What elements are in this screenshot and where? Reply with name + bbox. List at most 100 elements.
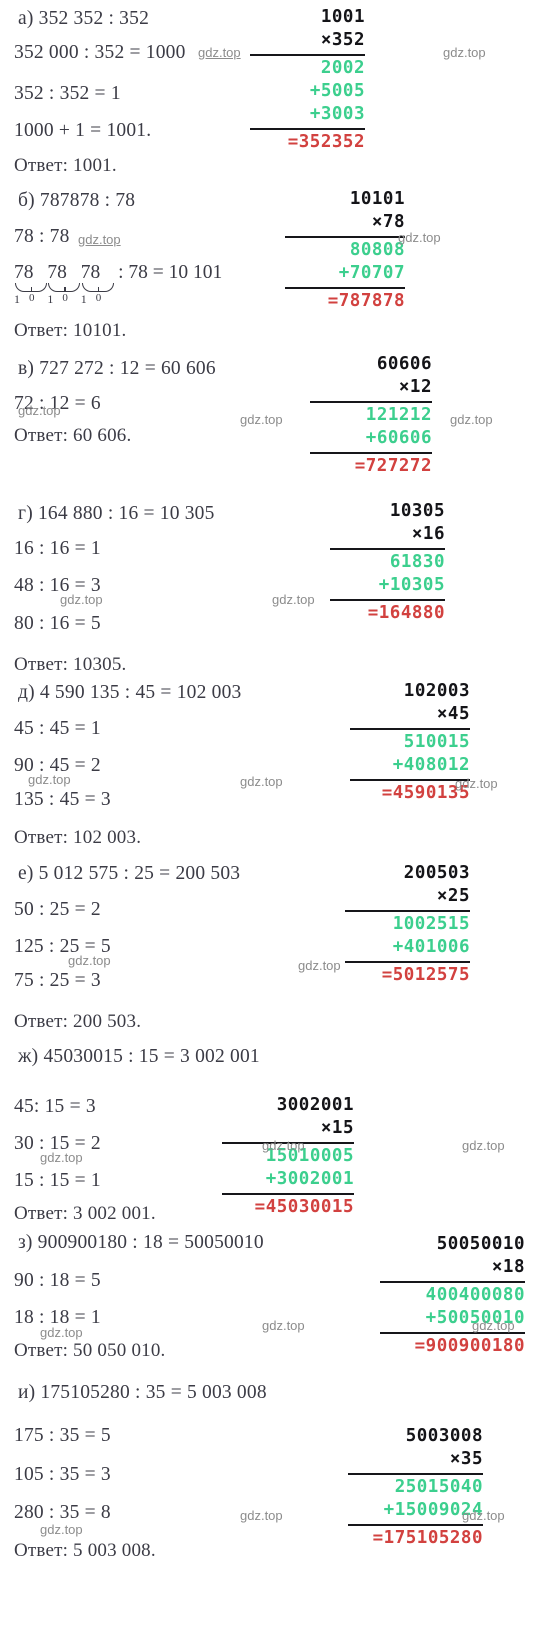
sum-rule	[222, 1193, 354, 1195]
underbrace-group: 78 10	[14, 262, 47, 306]
multiplication-rule	[380, 1281, 525, 1283]
problem-e-check: 200503 ×25 1002515 +401006 =5012575	[345, 862, 470, 987]
problem-b-brace-line: 78 10 78 10 78 10 : 78 = 10 101	[14, 262, 223, 306]
partial-product: +401006	[392, 937, 470, 957]
problem-g-check: 10305 ×16 61830 +10305 =164880	[330, 500, 445, 625]
watermark: gdz.top	[398, 230, 441, 245]
problem-i-step-1: 175 : 35 = 5	[14, 1425, 111, 1446]
brace-number: 78	[47, 262, 67, 283]
partial-product: 61830	[389, 552, 445, 572]
partial-product: +3002001	[265, 1169, 354, 1189]
watermark: gdz.top	[472, 1318, 515, 1333]
partial-product: +60606	[365, 428, 432, 448]
watermark: gdz.top	[298, 958, 341, 973]
watermark: gdz.top	[40, 1150, 83, 1165]
watermark: gdz.top	[78, 232, 121, 247]
problem-i-header: и) 175105280 : 35 = 5 003 008	[18, 1382, 267, 1403]
sum-rule	[310, 452, 432, 454]
multiplicand: 5003008	[405, 1426, 483, 1446]
problem-i-answer: Ответ: 5 003 008.	[14, 1540, 156, 1561]
partial-product: +408012	[392, 755, 470, 775]
underbrace-group: 78 10	[80, 262, 114, 306]
problem-g-step-3: 80 : 16 = 5	[14, 613, 101, 634]
problem-i-step-3: 280 : 35 = 8	[14, 1502, 111, 1523]
partial-product: +3003	[309, 104, 365, 124]
problem-b-check: 10101 ×78 80808 +70707 =787878	[285, 188, 405, 313]
watermark: gdz.top	[462, 1508, 505, 1523]
partial-product: 1002515	[392, 914, 470, 934]
problem-v-check: 60606 ×12 121212 +60606 =727272	[310, 353, 432, 478]
problem-b-step-1: 78 : 78	[14, 226, 70, 247]
problem-a-step-3: 1000 + 1 = 1001.	[14, 120, 152, 141]
multiplier: ×25	[436, 886, 470, 906]
problem-zh-step-1: 45: 15 = 3	[14, 1096, 96, 1117]
underbrace-group: 78 10	[47, 262, 81, 306]
problem-d-header: д) 4 590 135 : 45 = 102 003	[18, 682, 242, 703]
multiplicand: 102003	[403, 681, 470, 701]
brace-line-tail: : 78 = 10 101	[118, 262, 223, 283]
multiplication-rule	[285, 236, 405, 238]
problem-i-check: 5003008 ×35 25015040 +15009024 =17510528…	[348, 1425, 483, 1550]
watermark: gdz.top	[272, 592, 315, 607]
watermark: gdz.top	[240, 1508, 283, 1523]
problem-d-step-3: 135 : 45 = 3	[14, 789, 111, 810]
watermark: gdz.top	[455, 776, 498, 791]
product-result: =5012575	[381, 965, 470, 985]
brace-number: 78	[80, 262, 101, 283]
multiplication-rule	[350, 728, 470, 730]
brace-curve-icon	[15, 283, 47, 292]
problem-b-answer: Ответ: 10101.	[14, 320, 127, 341]
watermark: gdz.top	[60, 592, 103, 607]
watermark: gdz.top	[240, 412, 283, 427]
problem-a-step-1: 352 000 : 352 = 1000	[14, 42, 186, 63]
problem-e-answer: Ответ: 200 503.	[14, 1011, 142, 1032]
watermark: gdz.top	[262, 1318, 305, 1333]
problem-z-answer: Ответ: 50 050 010.	[14, 1340, 166, 1361]
multiplication-rule	[345, 910, 470, 912]
watermark: gdz.top	[198, 45, 241, 60]
sum-rule	[350, 779, 470, 781]
product-result: =352352	[287, 132, 365, 152]
problem-zh-answer: Ответ: 3 002 001.	[14, 1203, 156, 1224]
watermark: gdz.top	[240, 774, 283, 789]
brace-curve-icon	[81, 283, 114, 292]
multiplication-rule	[250, 54, 365, 56]
multiplicand: 50050010	[436, 1234, 525, 1254]
problem-zh-check: 3002001 ×15 15010005 +3002001 =45030015	[222, 1094, 354, 1219]
brace-curve-icon	[48, 283, 81, 292]
multiplication-rule	[348, 1473, 483, 1475]
multiplier: ×18	[491, 1257, 525, 1277]
problem-a-step-2: 352 : 352 = 1	[14, 83, 121, 104]
product-result: =787878	[327, 291, 405, 311]
brace-number: 78	[14, 262, 34, 283]
problem-a-header: а) 352 352 : 352	[18, 8, 150, 29]
partial-product: +10305	[378, 575, 445, 595]
multiplicand: 10101	[349, 189, 405, 209]
problem-z-step-1: 90 : 18 = 5	[14, 1270, 101, 1291]
partial-product: 2002	[320, 58, 365, 78]
partial-product: +70707	[338, 263, 405, 283]
problem-zh-step-3: 15 : 15 = 1	[14, 1170, 101, 1191]
partial-product: 25015040	[394, 1477, 483, 1497]
partial-product: 400400080	[425, 1285, 525, 1305]
sum-rule	[250, 128, 365, 130]
multiplier: ×352	[320, 30, 365, 50]
product-result: =45030015	[254, 1197, 354, 1217]
product-result: =164880	[367, 603, 445, 623]
brace-label-one: 1	[47, 292, 54, 306]
watermark: gdz.top	[68, 953, 111, 968]
problem-e-step-3: 75 : 25 = 3	[14, 970, 101, 991]
brace-label-zero: 0	[29, 292, 35, 304]
multiplication-rule	[310, 401, 432, 403]
multiplicand: 1001	[320, 7, 365, 27]
watermark: gdz.top	[443, 45, 486, 60]
partial-product: 80808	[349, 240, 405, 260]
partial-product: 121212	[365, 405, 432, 425]
problem-z-check: 50050010 ×18 400400080 +50050010 =900900…	[380, 1233, 525, 1358]
product-result: =4590135	[381, 783, 470, 803]
watermark: gdz.top	[462, 1138, 505, 1153]
partial-product: 510015	[403, 732, 470, 752]
brace-label-one: 1	[80, 292, 87, 306]
multiplier: ×12	[398, 377, 432, 397]
problem-e-header: е) 5 012 575 : 25 = 200 503	[18, 863, 241, 884]
